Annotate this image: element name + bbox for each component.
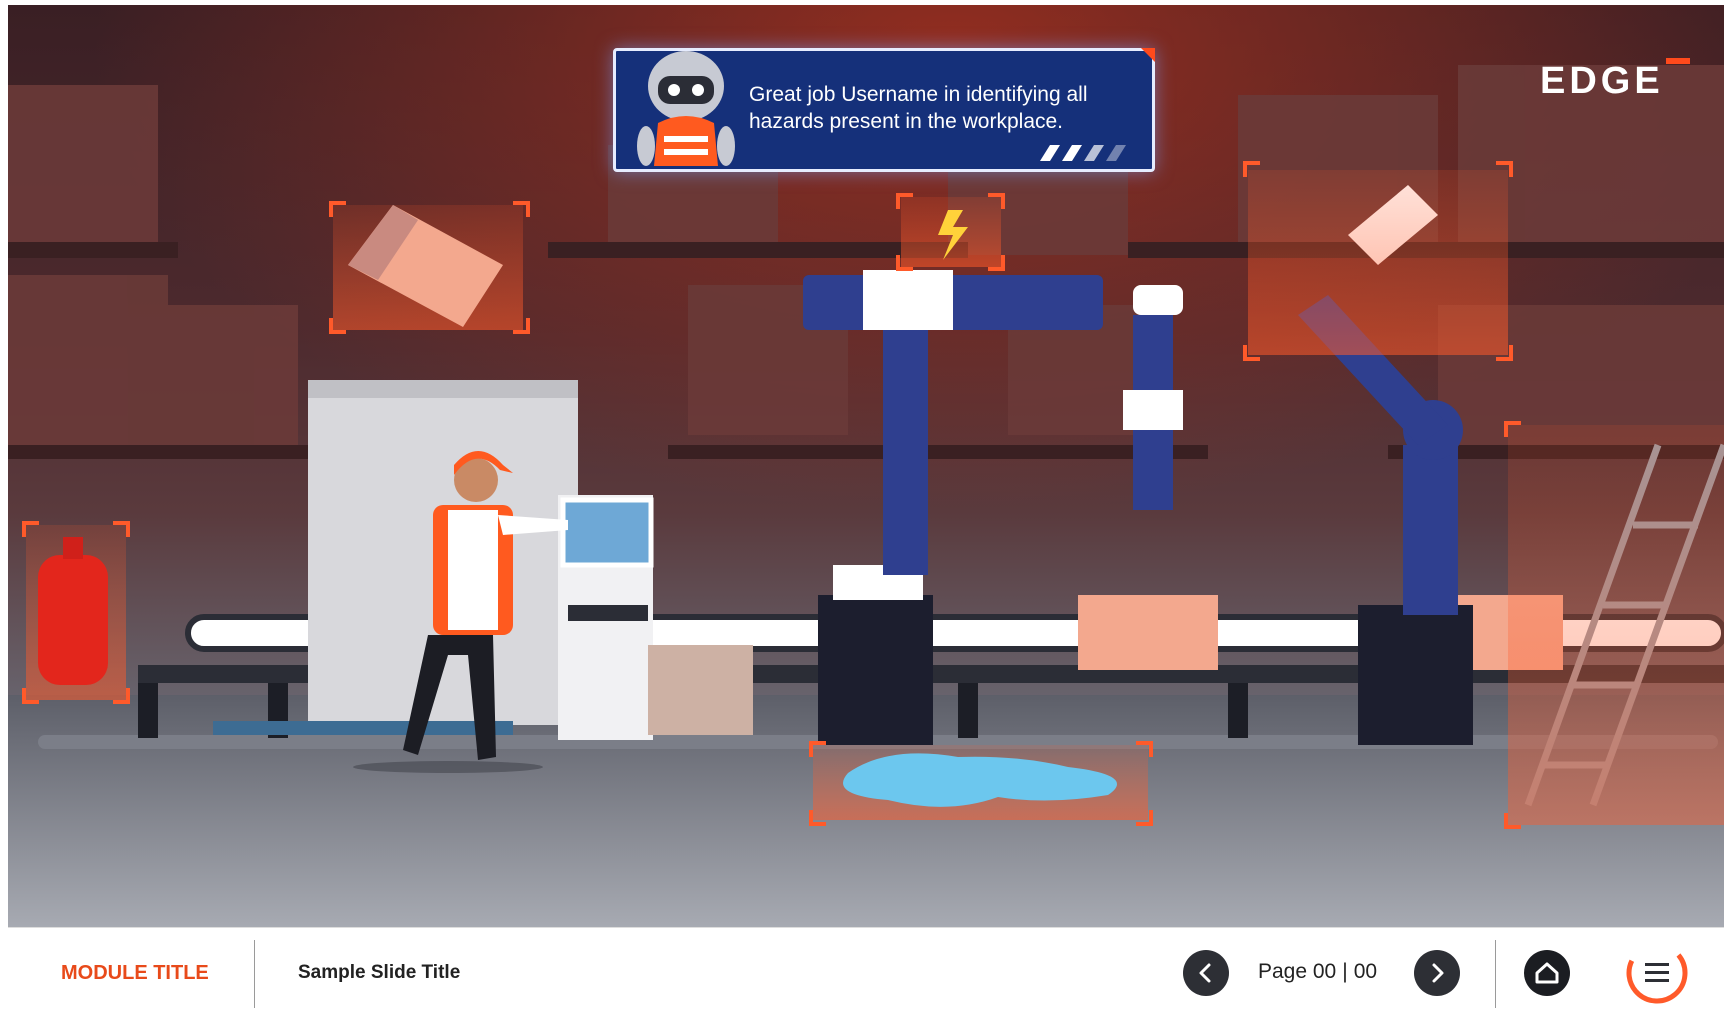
chevron-right-icon — [1432, 963, 1444, 983]
divider — [254, 940, 255, 1008]
home-icon — [1535, 962, 1559, 984]
previous-page-button[interactable] — [1183, 950, 1229, 996]
toast-corner-accent — [1141, 48, 1155, 62]
next-page-button[interactable] — [1414, 950, 1460, 996]
page-separator: | — [1342, 960, 1348, 983]
home-button[interactable] — [1524, 950, 1570, 996]
slide-title: Sample Slide Title — [298, 962, 461, 983]
logo-accent-mark — [1666, 58, 1690, 64]
chevron-left-icon — [1199, 963, 1211, 983]
page-current: Page 00 — [1258, 960, 1337, 983]
page-total: 00 — [1353, 960, 1378, 983]
hazard-robot-arm-motion — [1243, 161, 1513, 361]
menu-button[interactable] — [1625, 941, 1689, 1005]
feedback-toast: Great job Username in identifying all ha… — [613, 48, 1155, 172]
menu-icon — [1626, 942, 1688, 1004]
bottom-navigation-bar: MODULE TITLE Sample Slide Title Page 00 |… — [8, 927, 1724, 1016]
hazard-water-spill — [809, 741, 1153, 826]
module-title: MODULE TITLE — [61, 962, 209, 984]
page-indicator: Page 00 | 00 — [1258, 960, 1377, 984]
brand-logo: EDGE — [1540, 60, 1664, 102]
hazard-gas-cylinder — [22, 521, 130, 704]
toast-progress-stripes — [1040, 145, 1126, 161]
hazard-electrical-spark — [896, 193, 1005, 271]
divider — [1495, 940, 1496, 1008]
hazard-falling-box — [329, 201, 530, 334]
robot-mascot-icon — [637, 51, 735, 166]
hazard-ladder — [1504, 421, 1724, 829]
toast-message: Great job Username in identifying all ha… — [749, 83, 1088, 133]
scene-canvas: Great job Username in identifying all ha… — [8, 5, 1724, 927]
